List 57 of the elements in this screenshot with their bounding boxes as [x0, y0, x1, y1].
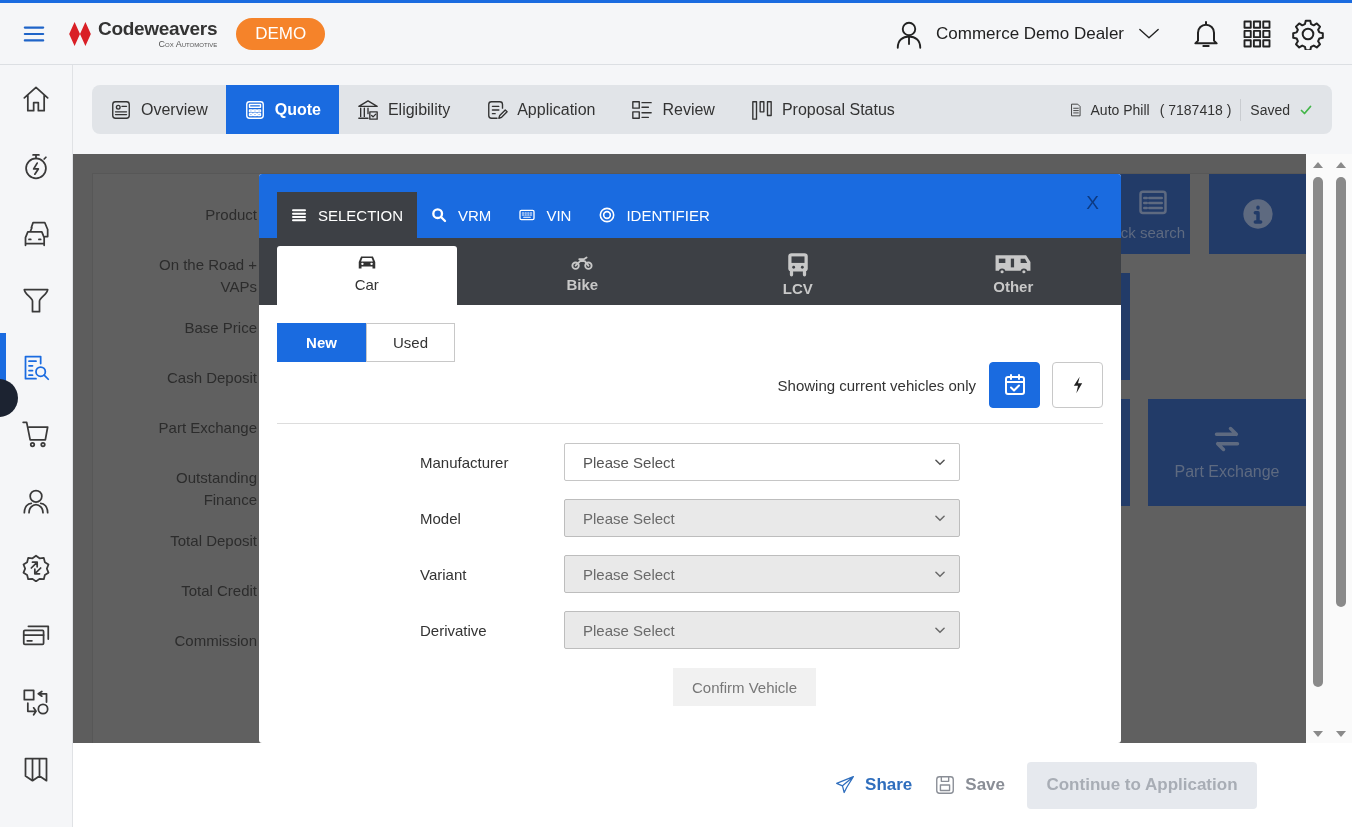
field-label: Model — [420, 509, 462, 527]
list-view-icon — [631, 98, 654, 121]
tab[interactable]: Overview — [92, 85, 226, 134]
apps-grid-icon[interactable] — [1242, 18, 1272, 49]
form-pen-icon — [486, 98, 509, 121]
user-menu[interactable]: Commerce Demo Dealer — [894, 18, 1162, 49]
tab[interactable]: Proposal Status — [732, 85, 913, 134]
target-icon — [599, 207, 616, 223]
home-icon — [22, 84, 50, 113]
condition-toggle[interactable]: Used — [366, 323, 455, 362]
tab[interactable]: Review — [613, 85, 733, 134]
tab[interactable]: Application — [468, 85, 614, 134]
user-name: Commerce Demo Dealer — [936, 23, 1124, 44]
stopwatch-bolt-icon — [22, 151, 50, 180]
save-status: Saved — [1250, 101, 1290, 118]
share-link[interactable]: Share — [834, 775, 913, 795]
field-label: Variant — [420, 565, 468, 583]
brand-name: Codeweavers — [98, 18, 218, 39]
tab[interactable]: Quote — [225, 85, 339, 134]
condition-toggle[interactable]: New — [277, 323, 366, 362]
filter-note: Showing current vehicles only — [777, 376, 976, 394]
swap-icon — [22, 687, 50, 716]
document-icon — [1068, 101, 1083, 118]
paper-plane-icon — [834, 775, 857, 795]
search-mode-tab[interactable]: VIN — [505, 192, 586, 238]
search-icon — [431, 207, 448, 223]
cart-icon — [22, 419, 50, 448]
calculator-icon — [243, 98, 266, 121]
info-icon — [1241, 198, 1274, 230]
status-bars-icon — [750, 98, 773, 121]
vehicle-type-tab[interactable]: Bike — [492, 246, 672, 305]
info-tile[interactable] — [1209, 174, 1306, 254]
field-label: Derivative — [420, 621, 488, 639]
search-mode-tab[interactable]: SELECTION — [277, 192, 418, 238]
demo-badge: DEMO — [236, 17, 326, 50]
list-icon — [291, 207, 307, 223]
brand-subtitle: Cox Automotive — [158, 38, 218, 49]
keyboard-icon — [519, 207, 536, 223]
save-link[interactable]: Save — [934, 774, 1005, 796]
badge-arrows-icon — [22, 553, 50, 582]
vehicle-type-tab[interactable]: Car — [277, 246, 457, 305]
current-filter-button[interactable] — [989, 362, 1040, 408]
vehicle-type-tab[interactable]: Other — [923, 246, 1103, 305]
record-number: ( 7187418 ) — [1159, 101, 1232, 118]
field-label: Manufacturer — [420, 453, 510, 471]
vehicle-type-tab[interactable]: LCV — [708, 246, 888, 305]
record-name: Auto Phill — [1090, 101, 1150, 118]
search-mode-tab[interactable]: VRM — [417, 192, 506, 238]
calendar-check-icon — [1002, 373, 1027, 397]
id-card-icon — [110, 98, 132, 121]
tab[interactable]: Eligibility — [338, 85, 469, 134]
bank-check-icon — [356, 98, 379, 121]
logo-mark-icon — [66, 20, 94, 47]
search-mode-tab[interactable]: IDENTIFIER — [585, 192, 724, 238]
vehicle-select[interactable]: Please Select — [564, 443, 960, 481]
settings-icon[interactable] — [1292, 17, 1324, 50]
check-icon — [1300, 103, 1312, 116]
